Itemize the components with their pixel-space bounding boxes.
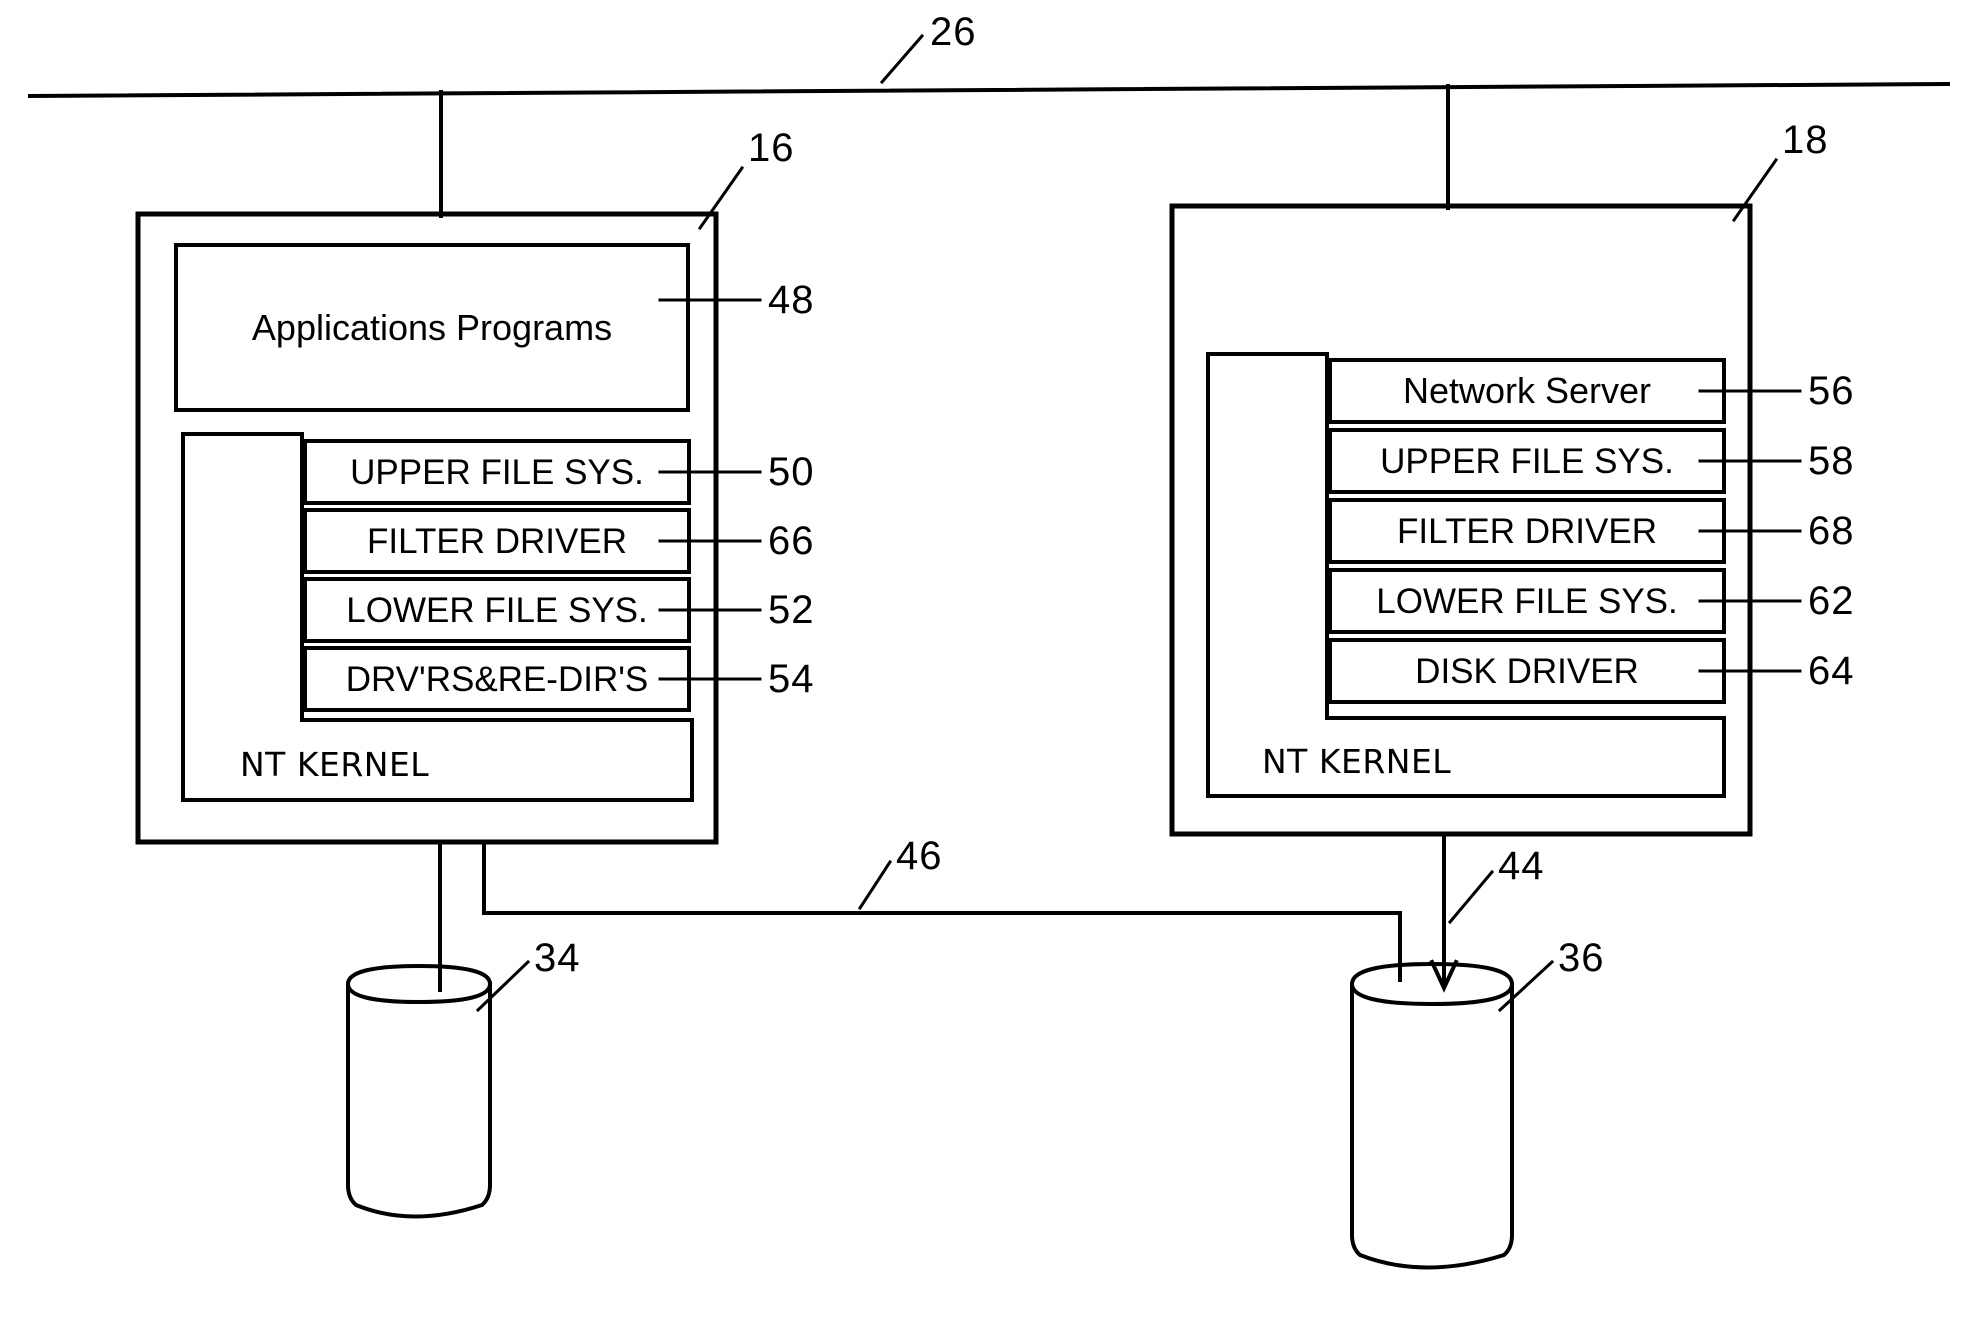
- ref-number-64: 64: [1808, 649, 1855, 693]
- workstation-drivers-redirectors-label: DRV'RS&RE-DIR'S: [345, 659, 649, 699]
- ref-number-62: 62: [1808, 579, 1855, 623]
- workstation-filter-driver-label: FILTER DRIVER: [367, 521, 627, 561]
- network-bus-line: [27, 81, 1951, 99]
- disk-36-body: [1350, 982, 1514, 1270]
- ref-number-68: 68: [1808, 509, 1855, 553]
- server-disk-driver-label: DISK DRIVER: [1415, 651, 1639, 691]
- disk-34-body: [346, 982, 492, 1219]
- ref-number-66: 66: [768, 519, 815, 563]
- ref-number-48: 48: [768, 278, 815, 322]
- ref-leader-46: [857, 859, 893, 911]
- applications-programs-label: Applications Programs: [251, 306, 613, 348]
- server-lower-file-sys-label: LOWER FILE SYS.: [1376, 581, 1678, 621]
- workstation-lower-file-sys-label: LOWER FILE SYS.: [346, 590, 648, 630]
- ref-number-44: 44: [1498, 844, 1545, 888]
- network-server-label: Network Server: [1402, 370, 1652, 411]
- ref-number-58: 58: [1808, 439, 1855, 483]
- ref-number-36: 36: [1558, 936, 1605, 980]
- ref-number-56: 56: [1808, 369, 1855, 413]
- ref-number-52: 52: [768, 588, 815, 632]
- workstation-upper-file-sys-label: UPPER FILE SYS.: [350, 452, 644, 492]
- workstation-nt-kernel-label: NT KERNEL: [240, 745, 430, 784]
- ref-number-18: 18: [1782, 118, 1829, 162]
- figure-canvas: 26 16 Applications Programs 48 UPPER FIL…: [0, 0, 1978, 1325]
- ref-leader-34: [475, 959, 531, 1013]
- server-nt-kernel-label: NT KERNEL: [1262, 742, 1452, 781]
- ref-number-46: 46: [896, 834, 943, 878]
- ref-leader-26: [879, 33, 925, 85]
- ref-number-26: 26: [930, 10, 977, 54]
- server-filter-driver-label: FILTER DRIVER: [1397, 511, 1657, 551]
- ref-number-34: 34: [534, 936, 581, 980]
- ref-number-54: 54: [768, 657, 815, 701]
- ref-number-50: 50: [768, 450, 815, 494]
- ref-leader-18: [1731, 157, 1779, 223]
- disk-36-top-ellipse: [1349, 961, 1515, 1007]
- ref-leader-36: [1497, 959, 1555, 1013]
- ref-number-16: 16: [748, 126, 795, 170]
- disk-34-top-ellipse: [345, 963, 493, 1005]
- ref-leader-44: [1447, 869, 1495, 925]
- server-upper-file-sys-label: UPPER FILE SYS.: [1380, 441, 1674, 481]
- ref-leader-16: [697, 165, 745, 231]
